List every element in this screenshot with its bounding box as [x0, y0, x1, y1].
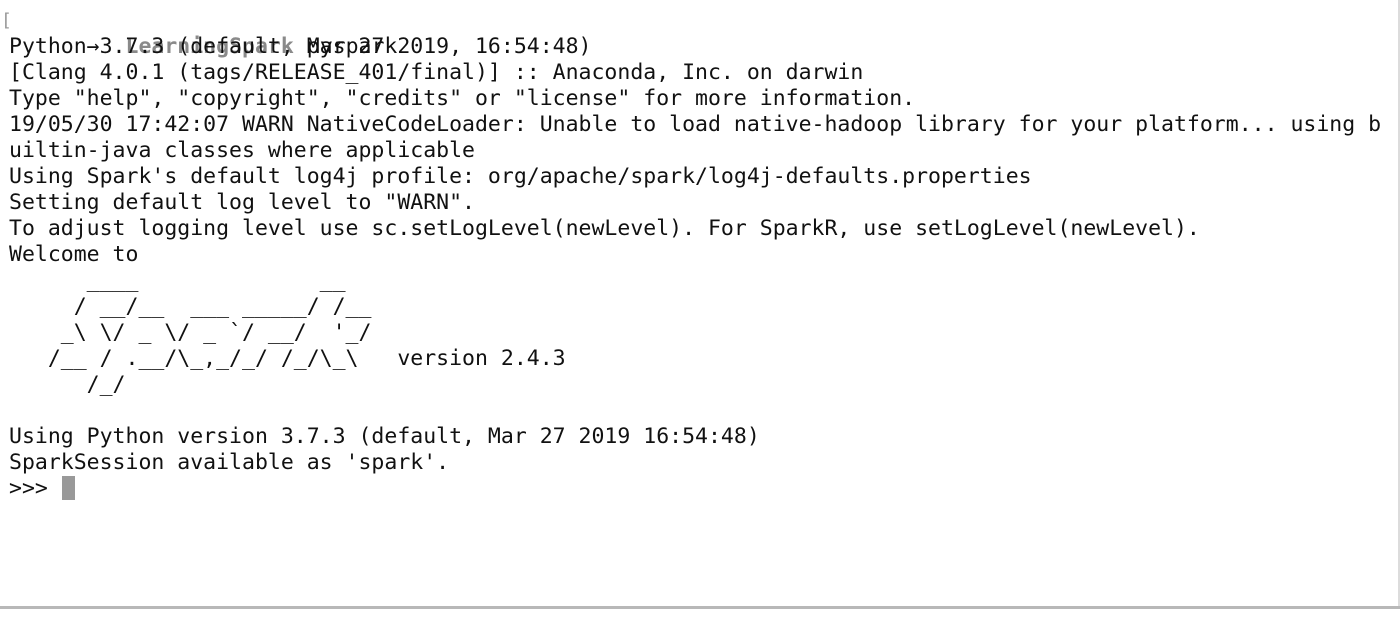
repl-prompt: >>>	[9, 476, 61, 501]
prompt-line: → LearningSpark pyspark	[9, 8, 1381, 59]
terminal-output: → LearningSpark pyspark Python 3.7.3 (de…	[9, 8, 1381, 502]
output-line: 19/05/30 17:42:07 WARN NativeCodeLoader:…	[9, 112, 1382, 137]
output-line: Setting default log level to "WARN".	[9, 190, 475, 215]
output-line: Python 3.7.3 (default, Mar 27 2019, 16:5…	[9, 34, 592, 59]
prompt-bracket: [	[1, 10, 12, 31]
spark-session-line: SparkSession available as 'spark'.	[9, 450, 450, 475]
output-line: [Clang 4.0.1 (tags/RELEASE_401/final)] :…	[9, 60, 864, 85]
output-line: uiltin-java classes where applicable	[9, 138, 475, 163]
terminal-window[interactable]: → LearningSpark pyspark Python 3.7.3 (de…	[0, 0, 1400, 606]
spark-banner-line: ____ __	[9, 268, 346, 293]
window-bottom-edge	[0, 606, 1400, 623]
spark-banner-version-line: /__ / .__/\_,_/_/ /_/\_\ version 2.4.3	[9, 346, 566, 371]
spark-banner-line: _\ \/ _ \/ _ `/ __/ '_/	[9, 320, 372, 345]
spark-banner-line: /_/	[9, 372, 126, 397]
text-cursor	[61, 476, 75, 500]
output-line: Type "help", "copyright", "credits" or "…	[9, 86, 916, 111]
output-line: To adjust logging level use sc.setLogLev…	[9, 216, 1200, 241]
output-line: Welcome to	[9, 242, 139, 267]
output-line: Using Spark's default log4j profile: org…	[9, 164, 1032, 189]
repl-input-line[interactable]: >>>	[9, 476, 1381, 502]
python-version-line: Using Python version 3.7.3 (default, Mar…	[9, 424, 760, 449]
spark-banner-line: / __/__ ___ _____/ /__	[9, 294, 372, 319]
